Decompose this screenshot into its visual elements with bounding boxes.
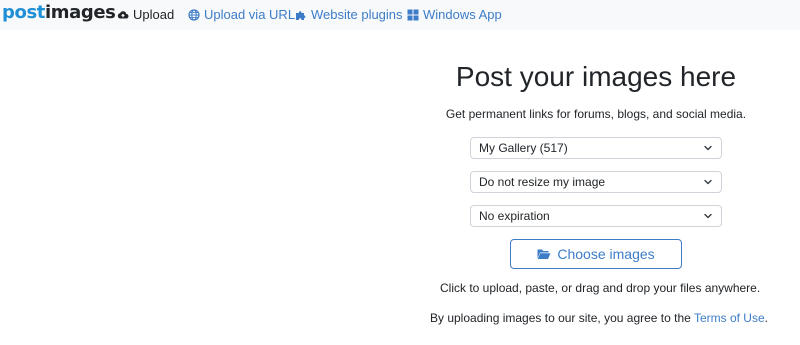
page-subtitle: Get permanent links for forums, blogs, a… [445,107,747,121]
expiration-select-value: No expiration [479,209,550,223]
nav-windows-app-link[interactable]: Windows App [407,6,502,24]
nav-windows-app-label: Windows App [423,7,502,22]
puzzle-icon [295,9,307,21]
choose-images-label: Choose images [557,246,655,262]
nav-upload-label: Upload [133,7,175,22]
top-navbar: postimages Upload Upload via URL Website… [0,0,800,30]
terms-suffix: . [764,311,768,325]
chevron-down-icon [703,177,713,187]
nav-upload-url-link[interactable]: Upload via URL [188,6,295,24]
gallery-select-value: My Gallery (517) [479,141,568,155]
terms-prefix: By uploading images to our site, you agr… [430,311,694,325]
gallery-select[interactable]: My Gallery (517) [470,137,722,159]
windows-icon [407,9,419,21]
terms-of-use-link[interactable]: Terms of Use [694,311,765,325]
site-logo[interactable]: postimages [2,2,116,24]
folder-open-icon [537,248,551,260]
globe-icon [188,9,200,21]
nav-website-plugins-label: Website plugins [311,7,403,22]
resize-select[interactable]: Do not resize my image [470,171,722,193]
logo-part-post: post [2,2,45,23]
choose-images-button[interactable]: Choose images [510,239,682,269]
cloud-upload-icon [117,9,129,21]
chevron-down-icon [703,143,713,153]
nav-website-plugins-link[interactable]: Website plugins [295,6,403,24]
chevron-down-icon [703,211,713,221]
nav-upload-url-label: Upload via URL [204,7,296,22]
resize-select-value: Do not resize my image [479,175,606,189]
terms-notice: By uploading images to our site, you agr… [430,310,768,326]
logo-part-images: images [44,2,116,23]
page-title: Post your images here [455,61,737,92]
expiration-select[interactable]: No expiration [470,205,722,227]
nav-upload-link[interactable]: Upload [117,6,174,24]
upload-hint-text: Click to upload, paste, or drag and drop… [440,281,761,295]
